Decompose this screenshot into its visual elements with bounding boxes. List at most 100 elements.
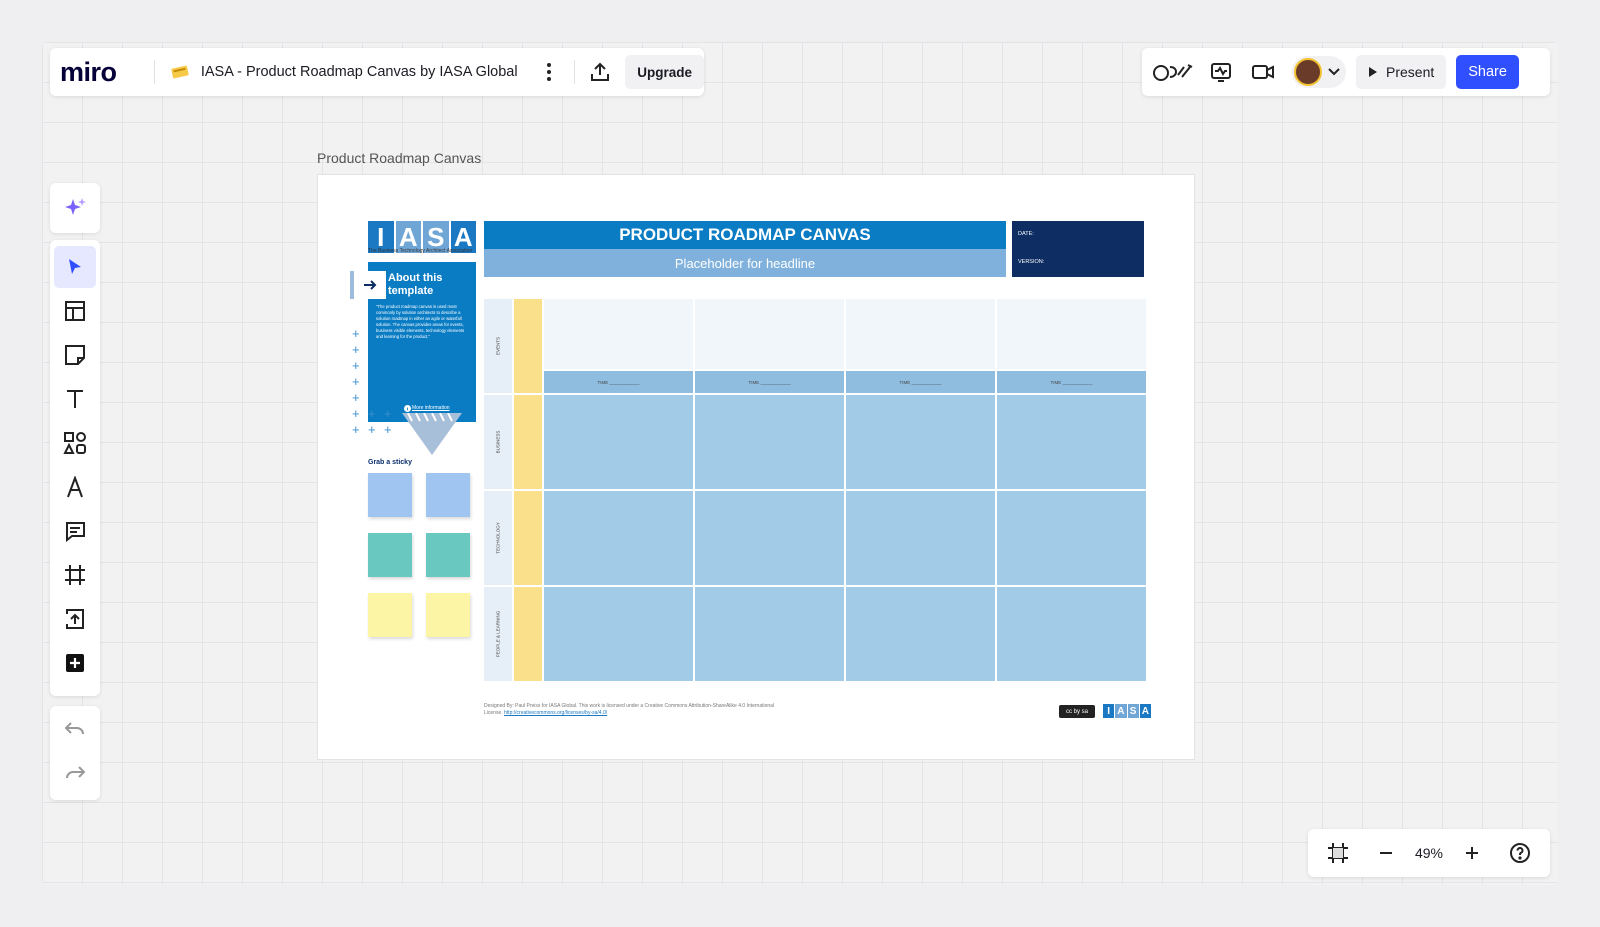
info-icon: [404, 405, 411, 412]
share-button[interactable]: Share: [1456, 55, 1519, 89]
sticky-note[interactable]: [426, 593, 470, 637]
shapes-tool[interactable]: [54, 422, 96, 464]
comment-icon: [66, 522, 85, 542]
pen-tool[interactable]: [54, 466, 96, 508]
business-cell[interactable]: [997, 395, 1146, 489]
sticky-note[interactable]: [368, 473, 412, 517]
upload-icon: [591, 62, 610, 81]
more-information-link[interactable]: More information: [412, 405, 450, 411]
events-cell[interactable]: [846, 299, 995, 369]
select-tool[interactable]: [54, 246, 96, 288]
sticky-note[interactable]: [368, 533, 412, 577]
miro-logo[interactable]: miro: [60, 57, 140, 88]
zoom-out-button[interactable]: [1367, 834, 1405, 872]
logo-letter: A: [1139, 704, 1151, 718]
footer-credit: Designed By: Paul Preiss for IASA Global…: [484, 703, 784, 717]
frame-icon: [65, 565, 85, 585]
technology-cell[interactable]: [544, 491, 693, 585]
divider: [153, 60, 155, 84]
logo-letter: S: [1127, 704, 1139, 718]
plus-icon: +: [352, 390, 360, 405]
divider: [574, 60, 576, 84]
canvas-title[interactable]: PRODUCT ROADMAP CANVAS: [484, 221, 1006, 249]
redo-button[interactable]: [54, 752, 96, 794]
about-text: "The product roadmap canvas is used most…: [376, 304, 465, 339]
people-learning-cell[interactable]: [997, 587, 1146, 681]
frames-button[interactable]: [1319, 834, 1357, 872]
frame-icon: [1327, 843, 1348, 863]
canvas-subtitle[interactable]: Placeholder for headline: [484, 249, 1006, 277]
technology-cell[interactable]: [846, 491, 995, 585]
technology-cell[interactable]: [997, 491, 1146, 585]
text-tool[interactable]: [54, 378, 96, 420]
sticky-note[interactable]: [426, 473, 470, 517]
user-menu[interactable]: [1292, 56, 1346, 88]
time-bar[interactable]: TIME ____________: [846, 371, 995, 393]
time-bar[interactable]: TIME ____________: [544, 371, 693, 393]
events-cell[interactable]: [544, 299, 693, 369]
people-learning-cell[interactable]: [846, 587, 995, 681]
time-bar[interactable]: TIME ____________: [695, 371, 844, 393]
sticky-note[interactable]: [426, 533, 470, 577]
avatar: [1294, 58, 1322, 86]
pen-icon: [67, 476, 83, 498]
more-options-button[interactable]: [530, 53, 568, 91]
plus-icon: +: [368, 422, 376, 437]
meta-box[interactable]: DATE: VERSION:: [1012, 221, 1144, 277]
plus-icon: +: [352, 406, 360, 421]
frame-tool[interactable]: [54, 554, 96, 596]
plus-icon: +: [384, 422, 392, 437]
row-label-events: EVENTS: [484, 299, 512, 393]
board-title[interactable]: IASA - Product Roadmap Canvas by IASA Gl…: [201, 64, 531, 80]
plus-icon: +: [352, 358, 360, 373]
version-label: VERSION:: [1018, 259, 1045, 265]
board-icon: [171, 65, 189, 79]
technology-cell[interactable]: [695, 491, 844, 585]
export-button[interactable]: [581, 53, 619, 91]
logo-letter: A: [1115, 704, 1127, 718]
templates-tool[interactable]: [54, 290, 96, 332]
people-learning-cell[interactable]: [544, 587, 693, 681]
present-label: Present: [1386, 64, 1435, 80]
frame-label[interactable]: Product Roadmap Canvas: [317, 150, 481, 166]
present-button[interactable]: Present: [1356, 55, 1447, 89]
video-call-button[interactable]: [1244, 53, 1282, 91]
ai-assist-button[interactable]: [50, 183, 100, 233]
zoom-level[interactable]: 49%: [1415, 845, 1443, 861]
undo-button[interactable]: [54, 708, 96, 750]
time-bar[interactable]: TIME ____________: [997, 371, 1146, 393]
logo-letter: I: [1103, 704, 1115, 718]
reactions-icon: [1153, 64, 1193, 81]
business-cell[interactable]: [695, 395, 844, 489]
plus-icon: +: [368, 406, 376, 421]
sticky-note-tool[interactable]: [54, 334, 96, 376]
more-apps-tool[interactable]: [54, 642, 96, 684]
arrow-right-icon: [364, 280, 377, 290]
grab-sticky-label: Grab a sticky: [368, 459, 412, 466]
yellow-column: [514, 299, 542, 393]
iasa-footer-logo: I A S A: [1103, 704, 1151, 718]
row-label-business: BUSINESS: [484, 395, 512, 489]
plus-icon: [1465, 847, 1478, 859]
events-cell[interactable]: [695, 299, 844, 369]
roadmap-canvas-frame[interactable]: I A S A The Business Technology Architec…: [317, 174, 1195, 760]
plus-icon: +: [352, 422, 360, 437]
cursor-icon: [69, 259, 81, 274]
reactions-button[interactable]: [1150, 53, 1198, 91]
people-learning-cell[interactable]: [695, 587, 844, 681]
timer-button[interactable]: [1202, 53, 1240, 91]
business-cell[interactable]: [544, 395, 693, 489]
yellow-column: [514, 587, 542, 681]
row-label-text: BUSINESS: [495, 430, 501, 454]
upgrade-button[interactable]: Upgrade: [625, 55, 704, 89]
help-button[interactable]: [1501, 834, 1539, 872]
events-cell[interactable]: [997, 299, 1146, 369]
comment-tool[interactable]: [54, 510, 96, 552]
sticky-note[interactable]: [368, 593, 412, 637]
zoom-in-button[interactable]: [1453, 834, 1491, 872]
upload-tool[interactable]: [54, 598, 96, 640]
undo-icon: [64, 722, 84, 735]
license-link[interactable]: http://creativecommons.org/licenses/by-s…: [504, 710, 607, 716]
shapes-icon: [63, 432, 86, 454]
business-cell[interactable]: [846, 395, 995, 489]
